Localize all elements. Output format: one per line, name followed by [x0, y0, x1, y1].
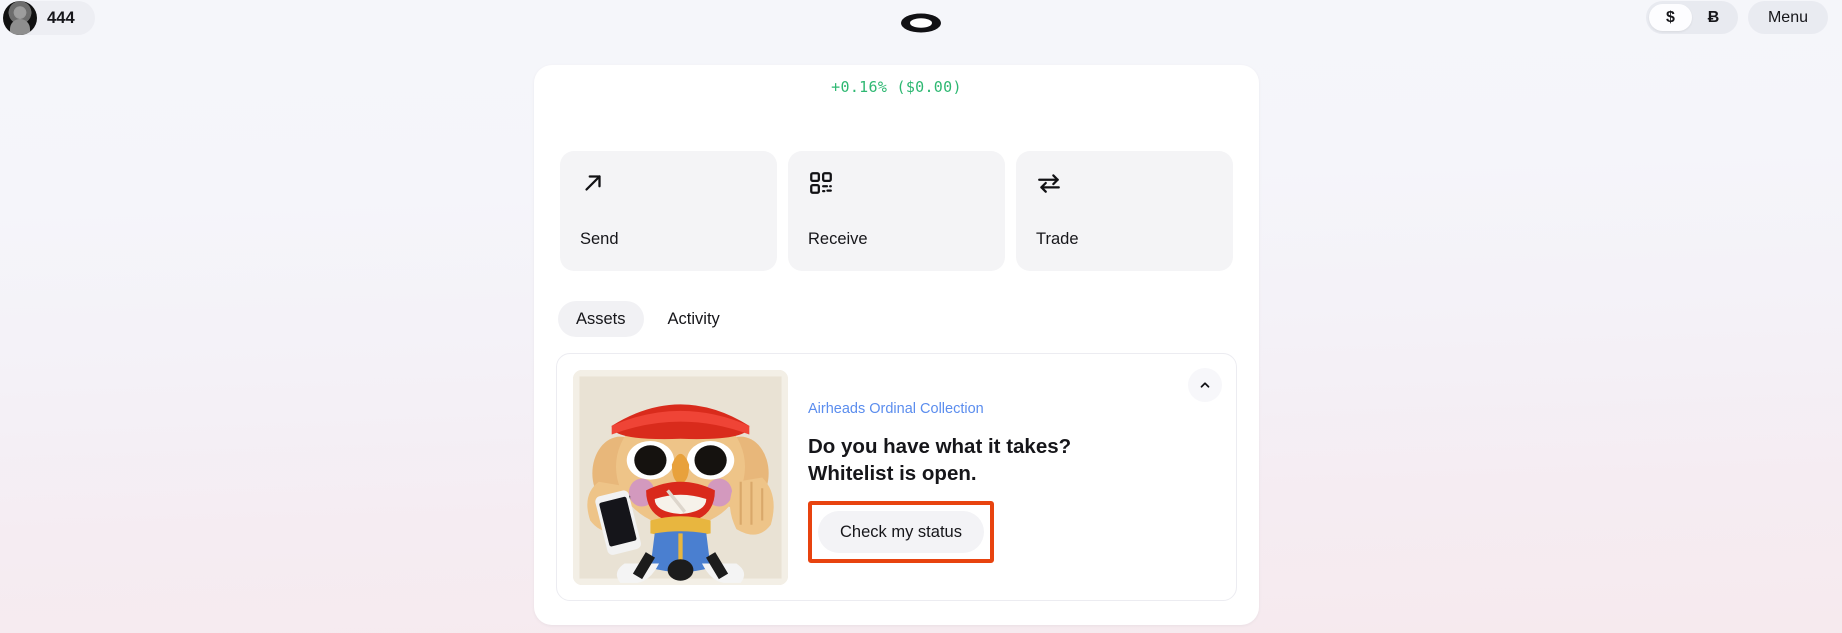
- promo-headline-line-1: Do you have what it takes?: [808, 435, 1071, 458]
- portfolio-change: +0.16% ($0.00): [534, 78, 1259, 96]
- promo-body: Airheads Ordinal Collection Do you have …: [808, 370, 1071, 584]
- chevron-up-icon: [1198, 378, 1212, 392]
- currency-option-usd[interactable]: $: [1649, 4, 1692, 31]
- menu-button[interactable]: Menu: [1748, 1, 1828, 34]
- tab-activity[interactable]: Activity: [650, 301, 738, 337]
- account-name: 444: [47, 9, 75, 28]
- currency-option-btc[interactable]: Ƀ: [1692, 4, 1735, 31]
- qr-code-icon: [808, 170, 985, 200]
- top-bar: 444 $ Ƀ Menu: [0, 0, 1842, 36]
- arrow-up-right-icon: [580, 170, 757, 200]
- trade-card[interactable]: Trade: [1016, 151, 1233, 271]
- top-right-controls: $ Ƀ Menu: [1646, 1, 1828, 34]
- avatar: [3, 1, 37, 35]
- nft-character-thumbnail[interactable]: [573, 370, 788, 585]
- send-label: Send: [580, 230, 757, 249]
- ellipse-logo-icon: [900, 12, 942, 34]
- promo-collection-name[interactable]: Airheads Ordinal Collection: [808, 401, 1071, 417]
- receive-card[interactable]: Receive: [788, 151, 1005, 271]
- nft-promo-card: Airheads Ordinal Collection Do you have …: [556, 353, 1237, 601]
- swap-arrows-icon: [1036, 170, 1213, 200]
- receive-label: Receive: [808, 230, 985, 249]
- currency-toggle[interactable]: $ Ƀ: [1646, 1, 1738, 34]
- cta-highlight-box: Check my status: [808, 501, 994, 563]
- account-switcher[interactable]: 444: [3, 1, 95, 35]
- check-my-status-button[interactable]: Check my status: [818, 511, 984, 553]
- promo-headline-line-2: Whitelist is open.: [808, 462, 977, 485]
- tab-assets[interactable]: Assets: [558, 301, 644, 337]
- content-tabs: Assets Activity: [534, 301, 1259, 337]
- promo-headline: Do you have what it takes? Whitelist is …: [808, 433, 1071, 487]
- send-card[interactable]: Send: [560, 151, 777, 271]
- trade-label: Trade: [1036, 230, 1213, 249]
- action-cards: Send Receive: [534, 151, 1259, 271]
- wallet-panel: +0.16% ($0.00) Send: [534, 65, 1259, 625]
- collapse-promo-button[interactable]: [1188, 368, 1222, 402]
